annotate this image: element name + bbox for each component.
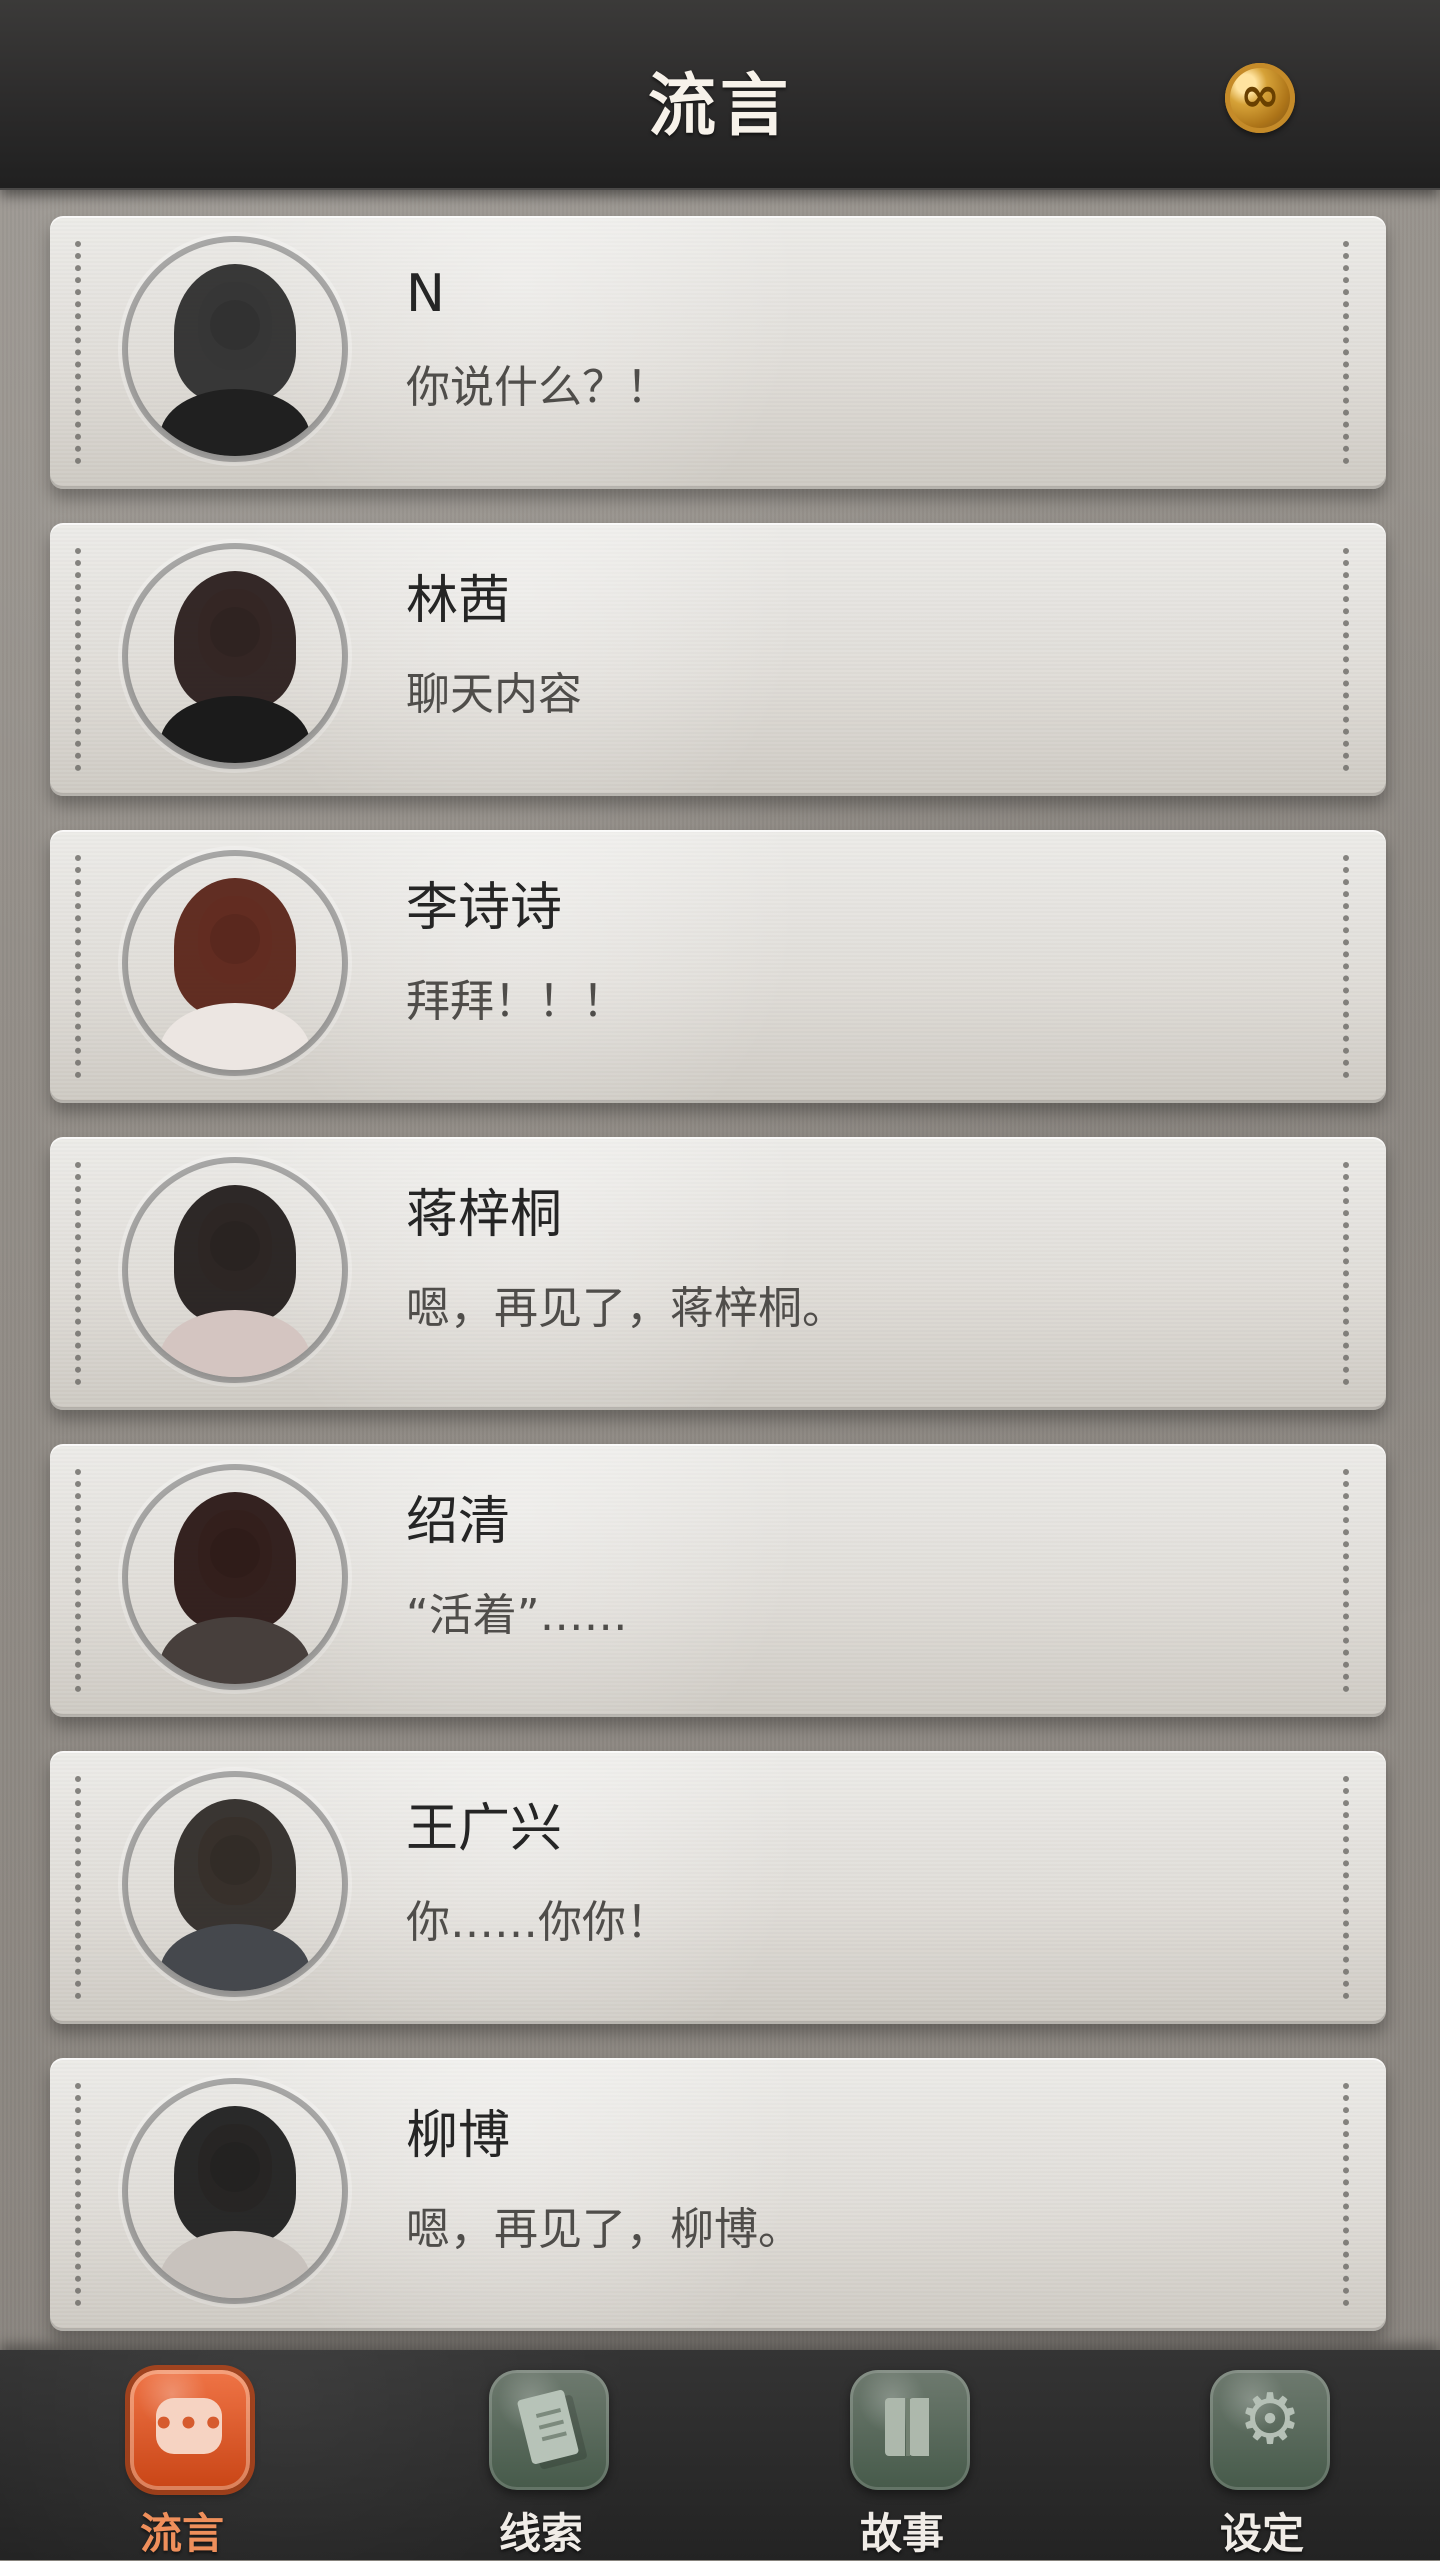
top-app-bar: 流言 bbox=[0, 0, 1440, 190]
tab-label: 流言 bbox=[139, 2509, 224, 2558]
last-message: 你说什么？！ bbox=[406, 362, 670, 413]
avatar-face-shadow bbox=[210, 1528, 260, 1578]
last-message: “活着”…… bbox=[406, 1590, 628, 1641]
last-message: 聊天内容 bbox=[406, 669, 582, 720]
gear-icon bbox=[1210, 2370, 1330, 2490]
avatar-face-shadow bbox=[210, 2142, 260, 2192]
tab-label: 设定 bbox=[1219, 2509, 1304, 2558]
avatar-face-shadow bbox=[210, 1221, 260, 1271]
tab-story[interactable]: 故事 bbox=[822, 2370, 982, 2558]
conversation-card-li-shishi[interactable]: 李诗诗 拜拜！！！ bbox=[50, 830, 1386, 1103]
avatar-face-shadow bbox=[210, 914, 260, 964]
contact-name: 绍清 bbox=[406, 1492, 511, 1552]
contact-avatar-icon bbox=[128, 1163, 342, 1377]
chat-icon bbox=[130, 2370, 250, 2490]
contact-avatar-icon bbox=[128, 856, 342, 1070]
infinity-coin-icon[interactable] bbox=[1225, 63, 1295, 133]
tab-settings[interactable]: 设定 bbox=[1182, 2370, 1342, 2558]
avatar-face-shadow bbox=[210, 1835, 260, 1885]
last-message: 拜拜！！！ bbox=[406, 976, 626, 1027]
contact-avatar-icon bbox=[128, 242, 342, 456]
contact-name: N bbox=[406, 264, 445, 324]
conversation-card-n[interactable]: N 你说什么？！ bbox=[50, 216, 1386, 489]
contact-name: 柳博 bbox=[406, 2106, 511, 2166]
contact-avatar-icon bbox=[128, 1777, 342, 1991]
contact-name: 李诗诗 bbox=[406, 878, 563, 938]
contact-avatar-icon bbox=[128, 1470, 342, 1684]
conversation-card-lin-qian[interactable]: 林茜 聊天内容 bbox=[50, 523, 1386, 796]
conversation-list: N 你说什么？！ 林茜 聊天内容 李诗诗 拜拜！！！ 蒋梓桐 嗯，再见了，蒋梓桐… bbox=[0, 188, 1440, 2350]
conversation-card-shao-qing[interactable]: 绍清 “活着”…… bbox=[50, 1444, 1386, 1717]
contact-name: 王广兴 bbox=[406, 1799, 563, 1859]
last-message: 嗯，再见了，柳博。 bbox=[406, 2204, 802, 2255]
conversation-card-liu-bo[interactable]: 柳博 嗯，再见了，柳博。 bbox=[50, 2058, 1386, 2331]
last-message: 你……你你！ bbox=[406, 1897, 670, 1948]
avatar-face-shadow bbox=[210, 300, 260, 350]
contact-avatar-icon bbox=[128, 549, 342, 763]
contact-avatar-icon bbox=[128, 2084, 342, 2298]
conversation-card-jiang-zitong[interactable]: 蒋梓桐 嗯，再见了，蒋梓桐。 bbox=[50, 1137, 1386, 1410]
tab-clues[interactable]: 线索 bbox=[461, 2370, 621, 2558]
tab-rumors[interactable]: 流言 bbox=[102, 2370, 262, 2558]
page-title: 流言 bbox=[647, 66, 792, 146]
tab-label: 故事 bbox=[859, 2509, 944, 2558]
last-message: 嗯，再见了，蒋梓桐。 bbox=[406, 1283, 846, 1334]
bottom-navigation: 流言 线索 故事 设定 bbox=[0, 2350, 1440, 2560]
avatar-face-shadow bbox=[210, 607, 260, 657]
document-icon bbox=[489, 2370, 609, 2490]
contact-name: 林茜 bbox=[406, 571, 511, 631]
tab-label: 线索 bbox=[498, 2509, 583, 2558]
book-icon bbox=[850, 2370, 970, 2490]
conversation-card-wang-guangxing[interactable]: 王广兴 你……你你！ bbox=[50, 1751, 1386, 2024]
contact-name: 蒋梓桐 bbox=[406, 1185, 563, 1245]
